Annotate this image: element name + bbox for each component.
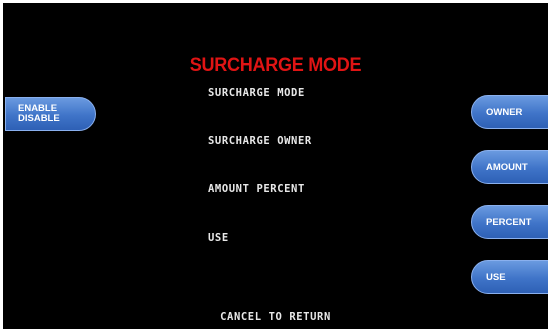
cancel-instruction: CANCEL TO RETURN [220, 311, 331, 323]
amount-button[interactable]: AMOUNT [471, 150, 548, 184]
use-button[interactable]: USE [471, 260, 548, 294]
use-line: USE [208, 232, 229, 244]
amount-percent-line: AMOUNT PERCENT [208, 183, 305, 195]
percent-button[interactable]: PERCENT [471, 205, 548, 239]
amount-button-label: AMOUNT [486, 161, 528, 173]
surcharge-mode-line: SURCHARGE MODE [208, 87, 305, 99]
enable-disable-button[interactable]: ENABLE DISABLE [5, 97, 96, 131]
atm-screen: SURCHARGE MODE SURCHARGE MODE SURCHARGE … [3, 3, 548, 329]
surcharge-owner-line: SURCHARGE OWNER [208, 135, 312, 147]
disable-label: DISABLE [18, 113, 60, 124]
screen-title: SURCHARGE MODE [189, 55, 362, 76]
percent-button-label: PERCENT [486, 216, 532, 228]
owner-button[interactable]: OWNER [471, 95, 548, 129]
use-button-label: USE [486, 271, 506, 283]
owner-button-label: OWNER [486, 106, 523, 118]
